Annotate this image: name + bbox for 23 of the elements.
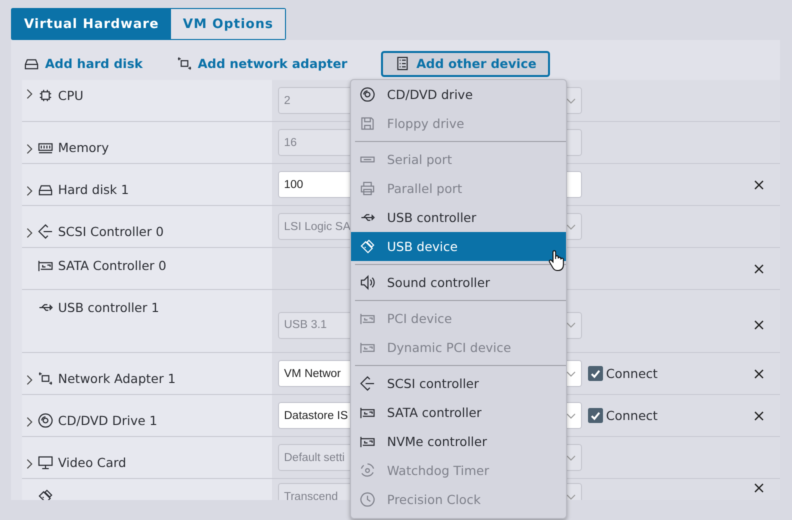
connect-checkbox[interactable]: Connect: [588, 408, 658, 423]
device-label: CD/DVD Drive 1: [58, 413, 158, 428]
connect-checkbox[interactable]: Connect: [588, 366, 658, 381]
tab[interactable]: VM Options: [170, 9, 286, 39]
menu-item[interactable]: SCSI controller: [351, 369, 566, 398]
device-label: USB controller 1: [58, 300, 160, 315]
device-label: SCSI Controller 0: [58, 224, 164, 239]
device-label: Hard disk 1: [58, 182, 129, 197]
menu-item[interactable]: USB device: [351, 232, 566, 261]
device-label: Memory: [58, 140, 109, 155]
menu-item[interactable]: Sound controller: [351, 268, 566, 297]
tab[interactable]: Virtual Hardware: [12, 9, 171, 39]
menu-item[interactable]: NVMe controller: [351, 427, 566, 456]
menu-item[interactable]: USB controller: [351, 203, 566, 232]
device-label: Network Adapter 1: [58, 371, 176, 386]
toolbar-button[interactable]: Add network adapter: [174, 50, 360, 76]
toolbar-button[interactable]: Add hard disk: [22, 50, 155, 76]
device-label: Video Card: [58, 455, 126, 470]
menu-item[interactable]: SATA controller: [351, 398, 566, 427]
device-label: CPU: [58, 88, 84, 103]
menu-item[interactable]: CD/DVD drive: [351, 80, 566, 109]
device-label: SATA Controller 0: [58, 258, 166, 273]
toolbar-button[interactable]: Add other device: [381, 50, 550, 76]
